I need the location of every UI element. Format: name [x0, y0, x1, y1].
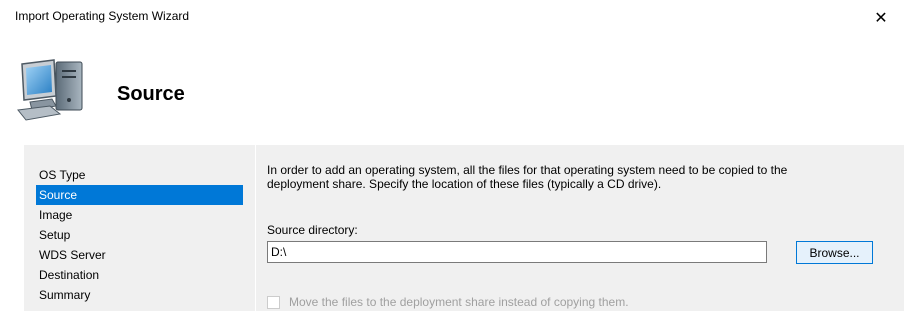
window-title: Import Operating System Wizard [15, 9, 190, 23]
title-bar: Import Operating System Wizard ✕ [0, 0, 904, 36]
move-files-label: Move the files to the deployment share i… [289, 295, 629, 309]
browse-button[interactable]: Browse... [796, 241, 873, 264]
close-button[interactable]: ✕ [858, 0, 904, 36]
step-summary[interactable]: Summary [36, 285, 243, 305]
wizard-steps-sidebar: OS Type Source Image Setup WDS Server De… [24, 145, 256, 311]
content-panel: In order to add an operating system, all… [256, 145, 904, 311]
instructions-line-1: In order to add an operating system, all… [267, 163, 788, 177]
page-title: Source [117, 83, 185, 105]
step-image[interactable]: Image [36, 205, 243, 225]
move-files-option: Move the files to the deployment share i… [267, 295, 629, 309]
steps-list: OS Type Source Image Setup WDS Server De… [36, 165, 243, 305]
instructions-line-2: deployment share. Specify the location o… [267, 177, 662, 191]
instructions-text: In order to add an operating system, all… [267, 163, 867, 191]
source-directory-input[interactable] [267, 241, 767, 263]
step-setup[interactable]: Setup [36, 225, 243, 245]
step-source[interactable]: Source [36, 185, 243, 205]
step-wds-server[interactable]: WDS Server [36, 245, 243, 265]
wizard-header: Source [0, 36, 904, 136]
close-icon: ✕ [874, 10, 888, 27]
step-destination[interactable]: Destination [36, 265, 243, 285]
source-directory-label: Source directory: [267, 223, 358, 237]
computer-icon [16, 56, 88, 122]
step-os-type[interactable]: OS Type [36, 165, 243, 185]
move-files-checkbox[interactable] [267, 295, 280, 309]
